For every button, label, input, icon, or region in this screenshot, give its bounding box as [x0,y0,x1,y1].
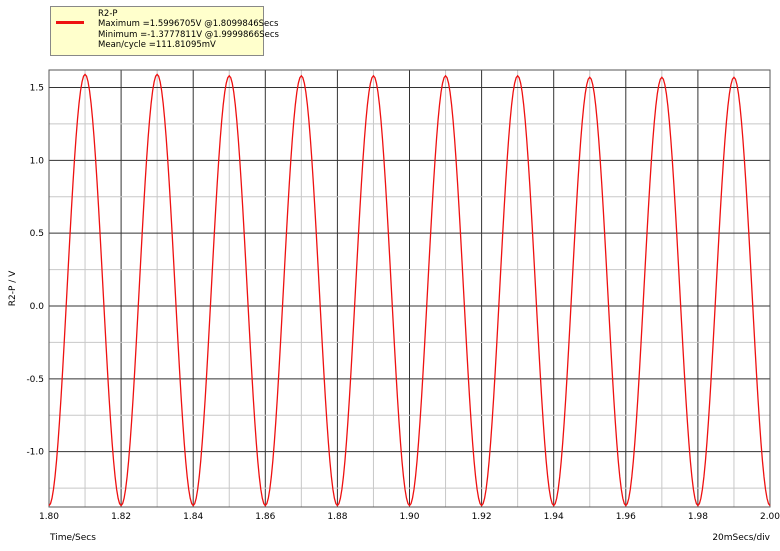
x-tick-label: 1.86 [255,512,275,522]
x-division-label: 20mSecs/div [712,533,770,543]
y-tick-label: 1.0 [30,156,45,166]
x-tick-label: 1.98 [688,512,708,522]
y-tick-label: 0.5 [30,229,44,239]
y-tick-labels: 1.5 1.0 0.5 0.0 -0.5 -1.0 [26,83,44,457]
y-axis-label: R2-P / V [8,270,18,306]
legend: R2-P Maximum =1.5996705V @1.8099846Secs … [50,6,279,56]
waveform-chart: 1.80 1.82 1.84 1.86 1.88 1.90 1.92 1.94 1.96 1.98… [8,69,780,543]
y-tick-label: 0.0 [30,302,45,312]
legend-maximum: Maximum =1.5996705V @1.8099846Secs [98,19,279,30]
legend-mean: Mean/cycle =111.81095mV [98,39,216,50]
x-axis-label: Time/Secs [49,533,96,543]
x-tick-label: 1.82 [111,512,131,522]
legend-minimum: Minimum =-1.3777811V @1.9999866Secs [98,29,279,40]
x-tick-label: 1.80 [39,512,59,522]
legend-text: R2-P Maximum =1.5996705V @1.8099846Secs … [98,9,279,50]
x-tick-label: 1.92 [472,512,492,522]
legend-series-swatch [56,21,84,24]
y-tick-label: -0.5 [26,375,44,385]
x-tick-labels: 1.80 1.82 1.84 1.86 1.88 1.90 1.92 1.94 1.96 1.98… [39,512,780,522]
y-tick-label: 1.5 [30,83,44,93]
x-grid-lines [48,70,771,507]
legend-series-name: R2-P [98,9,118,19]
y-tick-label: -1.0 [26,448,44,458]
x-tick-label: 1.96 [616,512,636,522]
x-tick-label: 1.90 [399,512,419,522]
x-tick-label: 1.94 [544,512,564,522]
x-tick-label: 2.00 [760,512,780,522]
x-tick-label: 1.84 [183,512,203,522]
x-tick-label: 1.88 [327,512,347,522]
